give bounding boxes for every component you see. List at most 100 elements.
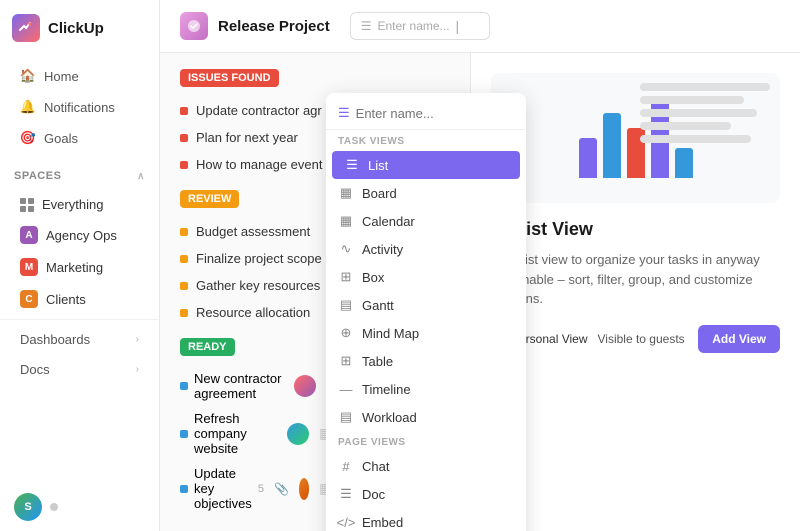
- workload-icon: ▤: [338, 409, 354, 425]
- list-icon-header: ☰: [338, 105, 350, 121]
- view-dropdown: ☰ TASK VIEWS ☰ List ▦ Board ▦ Calendar ∿…: [326, 93, 526, 531]
- ready-extra-3: 5: [258, 483, 264, 495]
- task-indicator-blue-2: [180, 430, 188, 438]
- activity-icon: ∿: [338, 241, 354, 257]
- task-indicator-yellow-4: [180, 309, 188, 317]
- sidebar-item-home[interactable]: 🏠 Home: [6, 61, 153, 91]
- task-indicator-red-1: [180, 107, 188, 115]
- embed-icon: </>: [338, 514, 354, 530]
- logo-icon: [12, 14, 40, 42]
- task-indicator-blue-3: [180, 485, 188, 493]
- agency-ops-avatar: A: [20, 226, 38, 244]
- search-icon: ☰: [361, 19, 372, 33]
- sidebar-item-marketing[interactable]: M Marketing: [6, 252, 153, 282]
- home-label: Home: [44, 69, 79, 84]
- panel-list-lines: [640, 83, 770, 148]
- sidebar-item-dashboards[interactable]: Dashboards ›: [6, 325, 153, 354]
- chat-icon: #: [338, 458, 354, 474]
- sidebar-item-agency-ops[interactable]: A Agency Ops: [6, 220, 153, 250]
- task-indicator-red-2: [180, 134, 188, 142]
- dropdown-item-doc[interactable]: ☰ Doc: [326, 480, 526, 508]
- dashboards-chevron: ›: [136, 334, 139, 345]
- dropdown-item-table[interactable]: ⊞ Table: [326, 347, 526, 375]
- table-label: Table: [362, 354, 393, 369]
- add-view-button[interactable]: Add View: [698, 325, 780, 353]
- sidebar-bottom-section: Dashboards › Docs ›: [0, 319, 159, 389]
- mindmap-label: Mind Map: [362, 326, 419, 341]
- bar-1: [579, 138, 597, 178]
- workload-label: Workload: [362, 410, 417, 425]
- goals-label: Goals: [44, 131, 78, 146]
- paperclip-icon-3: 📎: [274, 482, 289, 496]
- gantt-label: Gantt: [362, 298, 394, 313]
- box-label: Box: [362, 270, 384, 285]
- panel-description: Use List view to organize your tasks in …: [491, 250, 780, 309]
- task-avatar-3: [299, 478, 309, 500]
- clients-avatar: C: [20, 290, 38, 308]
- panel-line-2: [640, 96, 744, 104]
- search-box[interactable]: ☰ Enter name... |: [350, 12, 490, 40]
- task-indicator-yellow-2: [180, 255, 188, 263]
- task-avatar-2: [287, 423, 309, 445]
- dashboards-left: Dashboards: [20, 332, 90, 347]
- list-view-icon: ☰: [344, 157, 360, 173]
- task-indicator-red-3: [180, 161, 188, 169]
- sidebar-item-goals[interactable]: 🎯 Goals: [6, 123, 153, 153]
- ready-text-2: Refresh company website: [194, 411, 281, 456]
- dropdown-item-embed[interactable]: </> Embed: [326, 508, 526, 531]
- project-header: Release Project ☰ Enter name... |: [160, 0, 800, 53]
- panel-line-3: [640, 109, 757, 117]
- dropdown-item-gantt[interactable]: ▤ Gantt: [326, 291, 526, 319]
- mindmap-icon: ⊕: [338, 325, 354, 341]
- ready-text-1: New contractor agreement: [194, 371, 288, 401]
- target-icon: 🎯: [20, 130, 36, 146]
- bar-2: [603, 113, 621, 178]
- sidebar: ClickUp 🏠 Home 🔔 Notifications 🎯 Goals S…: [0, 0, 160, 531]
- sidebar-item-everything[interactable]: Everything: [6, 191, 153, 218]
- review-badge: REVIEW: [180, 190, 239, 208]
- activity-label: Activity: [362, 242, 403, 257]
- sidebar-item-docs[interactable]: Docs ›: [6, 355, 153, 384]
- sidebar-nav: 🏠 Home 🔔 Notifications 🎯 Goals: [0, 56, 159, 158]
- chat-label: Chat: [362, 459, 389, 474]
- home-icon: 🏠: [20, 68, 36, 84]
- panel-title-text: List View: [515, 219, 593, 240]
- calendar-label: Calendar: [362, 214, 415, 229]
- bell-icon: 🔔: [20, 99, 36, 115]
- dropdown-item-chat[interactable]: # Chat: [326, 452, 526, 480]
- docs-label: Docs: [20, 362, 50, 377]
- avatar[interactable]: S: [14, 493, 42, 521]
- dropdown-item-timeline[interactable]: — Timeline: [326, 375, 526, 403]
- doc-icon: ☰: [338, 486, 354, 502]
- timeline-label: Timeline: [362, 382, 411, 397]
- task-avatar-1: [294, 375, 316, 397]
- spaces-section: Spaces ∧: [0, 158, 159, 190]
- dropdown-item-activity[interactable]: ∿ Activity: [326, 235, 526, 263]
- embed-label: Embed: [362, 515, 403, 530]
- clients-label: Clients: [46, 292, 86, 307]
- bar-5: [675, 148, 693, 178]
- panel-visual: [491, 73, 780, 203]
- dropdown-search-input[interactable]: [356, 106, 514, 121]
- calendar-icon: ▦: [338, 213, 354, 229]
- ready-text-3: Update key objectives: [194, 466, 252, 511]
- dropdown-item-workload[interactable]: ▤ Workload: [326, 403, 526, 431]
- status-dot: [50, 503, 58, 511]
- dropdown-item-list[interactable]: ☰ List: [332, 151, 520, 179]
- marketing-avatar: M: [20, 258, 38, 276]
- ready-badge: READY: [180, 338, 235, 356]
- project-icon: [180, 12, 208, 40]
- dropdown-item-box[interactable]: ⊞ Box: [326, 263, 526, 291]
- everything-label: Everything: [42, 197, 103, 212]
- search-placeholder: Enter name...: [378, 19, 450, 33]
- sidebar-item-notifications[interactable]: 🔔 Notifications: [6, 92, 153, 122]
- dropdown-item-board[interactable]: ▦ Board: [326, 179, 526, 207]
- dropdown-item-calendar[interactable]: ▦ Calendar: [326, 207, 526, 235]
- table-icon: ⊞: [338, 353, 354, 369]
- dropdown-search-area[interactable]: ☰: [326, 101, 526, 130]
- sidebar-item-clients[interactable]: C Clients: [6, 284, 153, 314]
- task-indicator-yellow-3: [180, 282, 188, 290]
- dropdown-item-mindmap[interactable]: ⊕ Mind Map: [326, 319, 526, 347]
- project-title: Release Project: [218, 18, 330, 35]
- dashboards-label: Dashboards: [20, 332, 90, 347]
